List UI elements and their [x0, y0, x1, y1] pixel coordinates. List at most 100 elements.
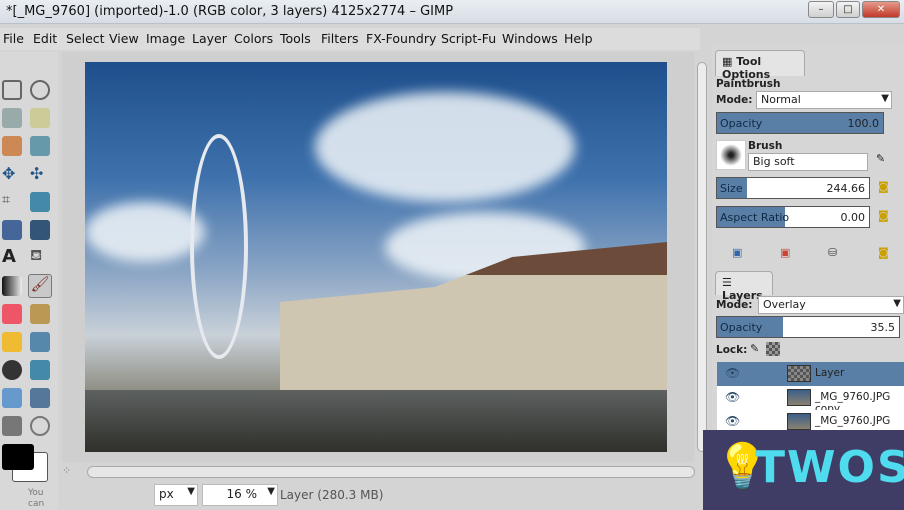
minimize-button[interactable]: – [808, 1, 834, 18]
size-label: Size [720, 182, 743, 195]
zoom-tool-icon[interactable] [30, 416, 50, 436]
layer-thumbnail [787, 413, 811, 430]
opacity-label: Opacity [720, 117, 763, 130]
eraser-tool-icon[interactable] [2, 304, 22, 324]
fuzzy-select-tool-icon[interactable] [30, 108, 50, 128]
maximize-button[interactable]: □ [836, 1, 860, 18]
menu-select[interactable]: Select [66, 31, 105, 46]
rect-select-tool-icon[interactable] [2, 80, 22, 100]
menu-windows[interactable]: Windows [502, 31, 558, 46]
brush-preview[interactable] [716, 140, 746, 170]
layer-row-1[interactable]: 👁 _MG_9760.JPG copy [717, 386, 904, 415]
lasso-tool-icon[interactable] [2, 108, 22, 128]
restore-options-icon[interactable]: ▣ [780, 246, 790, 259]
brush-value: Big soft [753, 155, 795, 168]
layers-icon: ☰ [722, 276, 732, 289]
menu-bar: File Edit Select View Image Layer Colors… [0, 28, 700, 50]
paint-mode-select[interactable]: Normal ▼ [756, 91, 892, 109]
lock-label: Lock: [716, 344, 748, 356]
color-picker-tool-icon[interactable] [2, 416, 22, 436]
mode-label: Mode: [716, 94, 753, 106]
aspect-ratio-slider[interactable]: Aspect Ratio 0.00 [716, 206, 870, 228]
watermark-logo: 💡 TWOS [703, 430, 904, 510]
watermark-text: TWOS [755, 442, 904, 493]
save-options-icon[interactable]: ▣ [732, 246, 742, 259]
crop-tool-icon[interactable]: ⌗ [2, 192, 22, 212]
menu-filters[interactable]: Filters [321, 31, 358, 46]
tab-tool-options[interactable]: ▦ Tool Options [715, 50, 805, 81]
clone-tool-icon[interactable] [30, 332, 50, 352]
menu-view[interactable]: View [109, 31, 139, 46]
vertical-scrollbar[interactable] [697, 62, 707, 452]
lock-alpha-icon[interactable] [766, 342, 780, 356]
eye-icon[interactable]: 👁 [725, 414, 740, 428]
zoom-value: 16 % [226, 487, 258, 501]
opacity-slider[interactable]: Opacity 100.0 [716, 112, 884, 134]
reset-size-icon[interactable]: ◙ [878, 180, 889, 193]
select-by-color-tool-icon[interactable] [2, 136, 22, 156]
menu-colors[interactable]: Colors [234, 31, 273, 46]
layer-thumbnail [787, 389, 811, 406]
layer-mode-value: Overlay [763, 298, 806, 311]
scissors-tool-icon[interactable] [30, 136, 50, 156]
blend-tool-icon[interactable] [2, 276, 22, 296]
menu-file[interactable]: File [3, 31, 24, 46]
paintbrush-tool-icon[interactable]: 🖌 [28, 274, 52, 298]
text-tool-icon[interactable]: A [2, 246, 22, 267]
rotate-tool-icon[interactable] [30, 192, 50, 212]
eye-icon[interactable]: 👁 [725, 390, 740, 404]
aspect-ratio-label: Aspect Ratio [720, 211, 790, 224]
move-tool-icon[interactable]: ✥ [2, 164, 22, 184]
reset-options-icon[interactable]: ◙ [878, 246, 889, 259]
delete-options-icon[interactable]: ⛁ [828, 246, 837, 259]
close-button[interactable]: ✕ [862, 1, 900, 18]
navigate-icon[interactable]: ⁘ [62, 464, 71, 477]
measure-tool-icon[interactable] [30, 388, 50, 408]
size-slider[interactable]: Size 244.66 [716, 177, 870, 199]
layer-mode-select[interactable]: Overlay ▼ [758, 296, 904, 314]
brush-name-field[interactable]: Big soft [748, 153, 868, 171]
bucket-fill-tool-icon[interactable]: ⛾ [30, 246, 50, 266]
window-title: *[_MG_9760] (imported)-1.0 (RGB color, 3… [6, 4, 454, 19]
shear-tool-icon[interactable] [30, 220, 50, 240]
status-info: Layer (280.3 MB) [280, 488, 384, 502]
horizontal-scrollbar[interactable] [87, 466, 695, 478]
layer-row-0[interactable]: 👁 Layer [717, 362, 904, 386]
status-bar: px ▼ 16 % ▼ Layer (280.3 MB) [60, 484, 700, 508]
edit-brush-icon[interactable]: ✎ [876, 152, 885, 165]
menu-script-fu[interactable]: Script-Fu [441, 31, 496, 46]
menu-edit[interactable]: Edit [33, 31, 57, 46]
lock-pixels-icon[interactable]: ✎ [750, 342, 759, 355]
chevron-down-icon: ▼ [881, 93, 889, 104]
align-tool-icon[interactable]: ✣ [30, 164, 50, 184]
river [85, 390, 667, 452]
layer-name: _MG_9760.JPG [815, 415, 891, 427]
scale-tool-icon[interactable] [2, 220, 22, 240]
eye-icon[interactable]: 👁 [725, 366, 740, 380]
ferris-wheel [190, 134, 248, 359]
menu-tools[interactable]: Tools [280, 31, 311, 46]
layer-opacity-slider[interactable]: Opacity 35.5 [716, 316, 900, 338]
reset-aspect-icon[interactable]: ◙ [878, 209, 889, 222]
ellipse-select-tool-icon[interactable] [30, 80, 50, 100]
layer-opacity-value: 35.5 [870, 321, 896, 334]
zoom-selector[interactable]: 16 % ▼ [202, 484, 278, 506]
menu-fx-foundry[interactable]: FX-Foundry [366, 31, 436, 46]
unit-value: px [159, 487, 174, 501]
perspective-clone-tool-icon[interactable] [30, 360, 50, 380]
chevron-down-icon: ▼ [893, 298, 901, 309]
airbrush-tool-icon[interactable] [30, 304, 50, 324]
heal-tool-icon[interactable] [2, 332, 22, 352]
menu-layer[interactable]: Layer [192, 31, 227, 46]
foreground-color-swatch[interactable] [2, 444, 34, 470]
tool-name: Paintbrush [716, 78, 781, 90]
opacity-value: 100.0 [847, 117, 880, 130]
unit-selector[interactable]: px ▼ [154, 484, 198, 506]
menu-help[interactable]: Help [564, 31, 593, 46]
tool-options-icon: ▦ [722, 55, 737, 68]
smudge-tool-icon[interactable] [2, 360, 22, 380]
image-canvas[interactable] [85, 62, 667, 452]
menu-image[interactable]: Image [146, 31, 185, 46]
tab-layers[interactable]: ☰ Layers [715, 271, 773, 302]
dodge-burn-tool-icon[interactable] [2, 388, 22, 408]
